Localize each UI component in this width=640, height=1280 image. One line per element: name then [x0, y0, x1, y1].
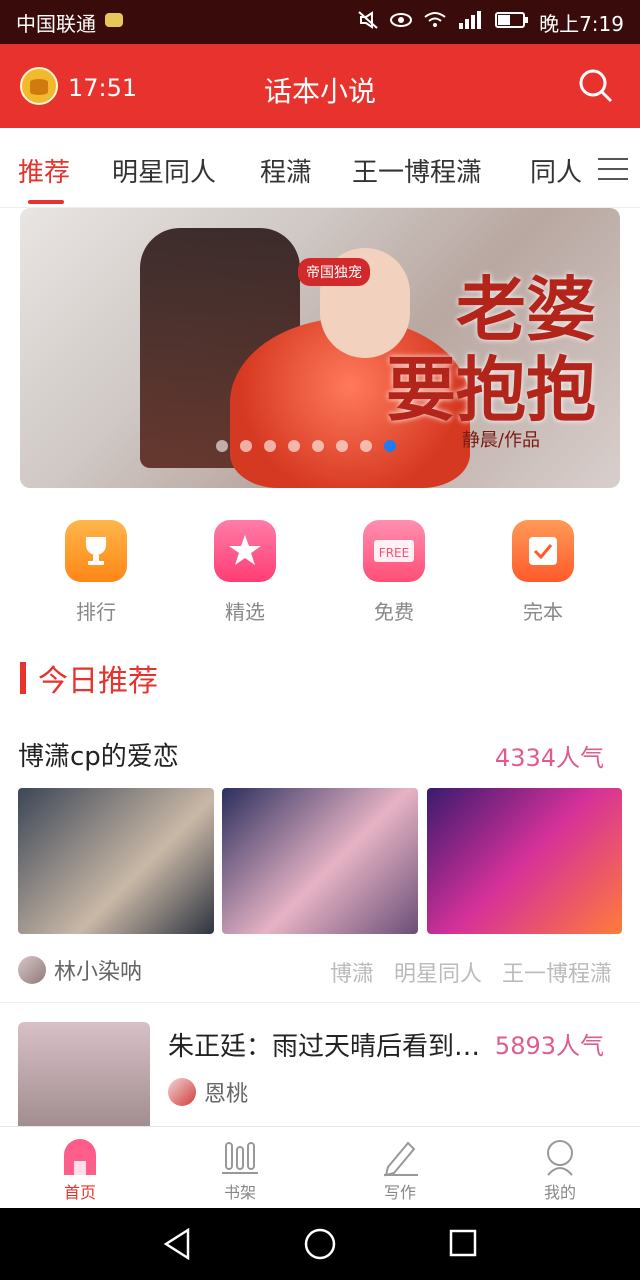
- eye-icon: [389, 10, 413, 34]
- bottom-navigation: 首页 书架 写作 我的: [0, 1126, 640, 1208]
- story2-author[interactable]: 恩桃: [168, 1076, 248, 1108]
- home-icon: [35, 1135, 125, 1179]
- nav-bookshelf[interactable]: 书架: [195, 1135, 285, 1203]
- nav-write[interactable]: 写作: [355, 1135, 445, 1203]
- star-icon: [214, 520, 276, 582]
- quick-free[interactable]: FREE 免费: [354, 520, 434, 625]
- recent-apps-icon[interactable]: [448, 1228, 478, 1262]
- carrier-label: 中国联通: [16, 11, 96, 36]
- trophy-icon: [65, 520, 127, 582]
- banner-dot[interactable]: [360, 440, 372, 452]
- banner-dot[interactable]: [216, 440, 228, 452]
- tag-item[interactable]: 明星同人: [394, 956, 482, 988]
- tab-wang-yibo-cheng-xiao[interactable]: 王一博程潇: [352, 152, 482, 189]
- battery-icon: [495, 10, 529, 34]
- clock-label: 晚上7:19: [539, 11, 624, 36]
- quick-featured[interactable]: 精选: [205, 520, 285, 625]
- banner-title-line2: 要抱抱: [386, 348, 596, 431]
- mute-icon: [357, 10, 379, 35]
- story2-title[interactable]: 朱正廷：雨过天晴后看到彩虹: [168, 1026, 488, 1063]
- story-popularity: 4334人气: [494, 744, 604, 772]
- signal-icon: [457, 10, 485, 34]
- back-icon[interactable]: [162, 1227, 192, 1264]
- quick-featured-label: 精选: [225, 600, 265, 624]
- avatar: [18, 956, 46, 984]
- quick-completed[interactable]: 完本: [503, 520, 583, 625]
- tab-star-fanfic[interactable]: 明星同人: [112, 152, 216, 189]
- nav-write-label: 写作: [383, 1183, 416, 1202]
- tabs-menu-icon[interactable]: [598, 156, 628, 186]
- section-today-recommend: 今日推荐: [20, 656, 158, 700]
- quick-ranking-label: 排行: [76, 600, 116, 624]
- nav-bookshelf-label: 书架: [223, 1183, 256, 1202]
- story2-author-name: 恩桃: [204, 1082, 249, 1107]
- svg-text:FREE: FREE: [379, 546, 409, 560]
- quick-ranking[interactable]: 排行: [56, 520, 136, 625]
- home-circle-icon[interactable]: [304, 1228, 336, 1264]
- nav-profile-label: 我的: [543, 1183, 576, 1202]
- tag-item[interactable]: 博潇: [330, 956, 374, 988]
- story-thumbnail-3[interactable]: [427, 788, 622, 934]
- quick-free-label: 免费: [374, 600, 414, 624]
- banner-dot[interactable]: [288, 440, 300, 452]
- banner-dot[interactable]: [336, 440, 348, 452]
- profile-icon: [515, 1135, 605, 1179]
- tab-active-indicator: [28, 200, 64, 204]
- tab-cheng-xiao[interactable]: 程潇: [260, 152, 312, 189]
- story-tags: 博潇 明星同人 王一博程潇: [330, 956, 612, 988]
- story-title[interactable]: 博潇cp的爱恋: [18, 736, 179, 773]
- story2-popularity: 5893人气: [494, 1032, 604, 1060]
- quick-completed-label: 完本: [523, 600, 563, 624]
- story-thumbnail-2[interactable]: [222, 788, 418, 934]
- banner-author: 静晨/作品: [461, 430, 540, 451]
- check-book-icon: [512, 520, 574, 582]
- notification-icon: [104, 10, 124, 34]
- story-thumbnail-1[interactable]: [18, 788, 214, 934]
- system-navigation-bar: [0, 1208, 640, 1280]
- free-gift-icon: FREE: [363, 520, 425, 582]
- banner-badge: 帝国独宠: [298, 258, 370, 286]
- story-author-name: 林小染呐: [54, 960, 143, 985]
- divider: [0, 1002, 640, 1003]
- nav-home-label: 首页: [63, 1183, 96, 1202]
- story2-thumbnail[interactable]: [18, 1022, 150, 1132]
- category-tabs: 推荐 明星同人 程潇 王一博程潇 同人: [0, 128, 640, 208]
- status-bar: 中国联通 晚上7:19: [0, 0, 640, 44]
- banner-dot[interactable]: [312, 440, 324, 452]
- app-title: 话本小说: [263, 75, 376, 108]
- banner-dot[interactable]: [240, 440, 252, 452]
- avatar: [168, 1078, 196, 1106]
- promo-banner[interactable]: 帝国独宠 老婆 要抱抱 静晨/作品: [20, 208, 620, 488]
- story-author[interactable]: 林小染呐: [18, 954, 142, 986]
- search-button[interactable]: [578, 68, 614, 108]
- app-bar: 17:51 话本小说: [0, 44, 640, 128]
- search-icon: [578, 69, 614, 108]
- bookshelf-icon: [195, 1135, 285, 1179]
- tab-recommend[interactable]: 推荐: [18, 152, 70, 189]
- section-title-text: 今日推荐: [38, 664, 158, 699]
- nav-profile[interactable]: 我的: [515, 1135, 605, 1203]
- nav-home[interactable]: 首页: [35, 1135, 125, 1203]
- pen-icon: [355, 1135, 445, 1179]
- banner-dot[interactable]: [384, 440, 396, 452]
- section-accent-bar: [20, 662, 26, 694]
- banner-dot[interactable]: [264, 440, 276, 452]
- wifi-icon: [423, 10, 447, 34]
- banner-pagination: [216, 440, 396, 452]
- tag-item[interactable]: 王一博程潇: [502, 956, 612, 988]
- tab-fanfic[interactable]: 同人: [530, 152, 582, 189]
